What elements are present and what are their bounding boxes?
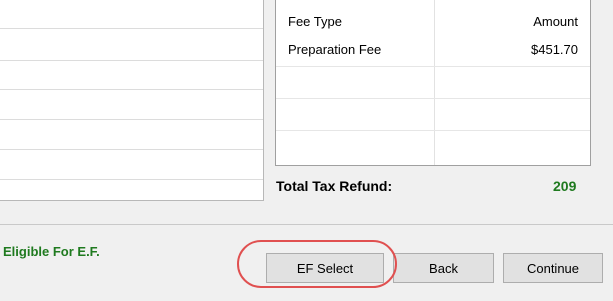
column-divider (434, 0, 435, 165)
row-line (276, 66, 590, 67)
fee-type-cell: Preparation Fee (288, 42, 382, 57)
total-tax-refund-value: 209 (553, 178, 577, 194)
list-row-line (0, 179, 263, 180)
fee-amount-cell: $451.70 (531, 42, 578, 57)
continue-button[interactable]: Continue (503, 253, 603, 283)
row-line (276, 98, 590, 99)
list-row-line (0, 149, 263, 150)
list-row-line (0, 119, 263, 120)
list-row-line (0, 28, 263, 29)
fee-type-header: Fee Type (288, 14, 342, 29)
row-line (276, 130, 590, 131)
fee-table: Fee Type Amount Preparation Fee $451.70 (275, 0, 591, 166)
ef-eligibility-status: Eligible For E.F. (3, 244, 100, 259)
dialog-upper-area: Fee Type Amount Preparation Fee $451.70 … (0, 0, 613, 224)
left-list-panel (0, 0, 264, 201)
back-button[interactable]: Back (393, 253, 494, 283)
highlight-annotation-ring (237, 240, 397, 288)
amount-header: Amount (533, 14, 578, 29)
list-row-line (0, 89, 263, 90)
list-row-line (0, 60, 263, 61)
total-tax-refund-label: Total Tax Refund: (276, 178, 393, 194)
